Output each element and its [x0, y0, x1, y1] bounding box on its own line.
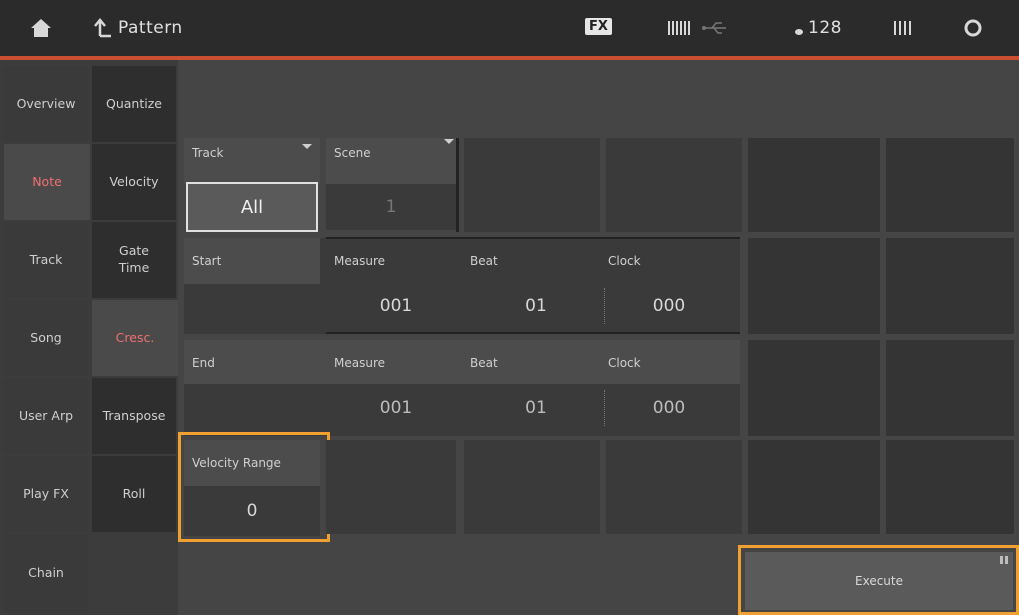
- tempo-note-icon: [795, 29, 803, 35]
- empty-cell: [886, 238, 1014, 334]
- subtab-quantize[interactable]: Quantize: [92, 66, 176, 142]
- start-clock-label: Clock: [608, 254, 641, 268]
- tab-note[interactable]: Note: [4, 144, 90, 220]
- tempo-value[interactable]: 128: [808, 18, 842, 38]
- start-bottom-line: [326, 332, 740, 334]
- end-clock-value[interactable]: 000: [604, 398, 734, 418]
- usb-icon: [702, 22, 726, 34]
- empty-cell: [886, 440, 1014, 534]
- scene-value-field[interactable]: 1: [326, 184, 456, 230]
- scene-header: [326, 138, 456, 184]
- end-beat-label: Beat: [470, 356, 498, 370]
- start-top-line: [326, 237, 740, 239]
- dropdown-arrow-icon: [302, 144, 312, 149]
- empty-cell: [886, 340, 1014, 436]
- circle-icon[interactable]: [963, 18, 983, 38]
- start-clock-value[interactable]: 000: [604, 296, 734, 316]
- tab-chain[interactable]: Chain: [4, 534, 88, 612]
- start-measure-value[interactable]: 001: [326, 296, 466, 316]
- page-title: Pattern: [118, 18, 183, 38]
- start-beat-label: Beat: [470, 254, 498, 268]
- execute-button[interactable]: Execute: [745, 552, 1013, 610]
- tab-play-fx[interactable]: Play FX: [4, 456, 88, 532]
- empty-cell: [748, 340, 880, 436]
- subtab-transpose[interactable]: Transpose: [92, 378, 176, 454]
- tab-overview[interactable]: Overview: [4, 66, 88, 142]
- track-header: [184, 138, 320, 184]
- back-arrow-icon[interactable]: [92, 16, 112, 38]
- velocity-range-value-field[interactable]: 0: [184, 486, 320, 536]
- midi-meter-icon: [668, 21, 690, 35]
- end-clock-label: Clock: [608, 356, 641, 370]
- track-value-field[interactable]: All: [186, 182, 318, 232]
- end-beat-value[interactable]: 01: [466, 398, 606, 418]
- scene-border: [456, 138, 459, 232]
- empty-cell: [464, 138, 600, 232]
- fx-badge[interactable]: FX: [585, 18, 612, 35]
- tab-track[interactable]: Track: [4, 222, 88, 298]
- empty-cell: [606, 440, 742, 534]
- subtab-roll[interactable]: Roll: [92, 456, 176, 532]
- empty-cell: [886, 138, 1014, 232]
- scene-label: Scene: [334, 146, 371, 160]
- empty-cell: [748, 138, 880, 232]
- empty-cell: [748, 238, 880, 334]
- home-icon[interactable]: [30, 18, 52, 38]
- empty-cell: [326, 440, 456, 534]
- velocity-range-label: Velocity Range: [192, 456, 281, 470]
- top-bar: Pattern FX 128: [0, 0, 1019, 56]
- start-label: Start: [192, 254, 222, 268]
- empty-cell: [606, 138, 742, 232]
- end-measure-label: Measure: [334, 356, 385, 370]
- end-header: [184, 340, 740, 384]
- empty-cell: [464, 440, 600, 534]
- empty-cell: [748, 440, 880, 534]
- end-measure-value[interactable]: 001: [326, 398, 466, 418]
- subtab-gate-time[interactable]: Gate Time: [92, 222, 176, 298]
- start-measure-label: Measure: [334, 254, 385, 268]
- tab-song[interactable]: Song: [4, 300, 88, 376]
- subtab-velocity[interactable]: Velocity: [92, 144, 176, 220]
- level-meter-icon: [894, 21, 911, 35]
- end-label: End: [192, 356, 215, 370]
- start-beat-value[interactable]: 01: [466, 296, 606, 316]
- subtab-cresc[interactable]: Cresc.: [92, 300, 178, 376]
- track-label: Track: [192, 146, 224, 160]
- shortcut-indicator-icon: [1000, 556, 1008, 564]
- dropdown-arrow-icon: [444, 139, 454, 144]
- tab-user-arp[interactable]: User Arp: [4, 378, 88, 454]
